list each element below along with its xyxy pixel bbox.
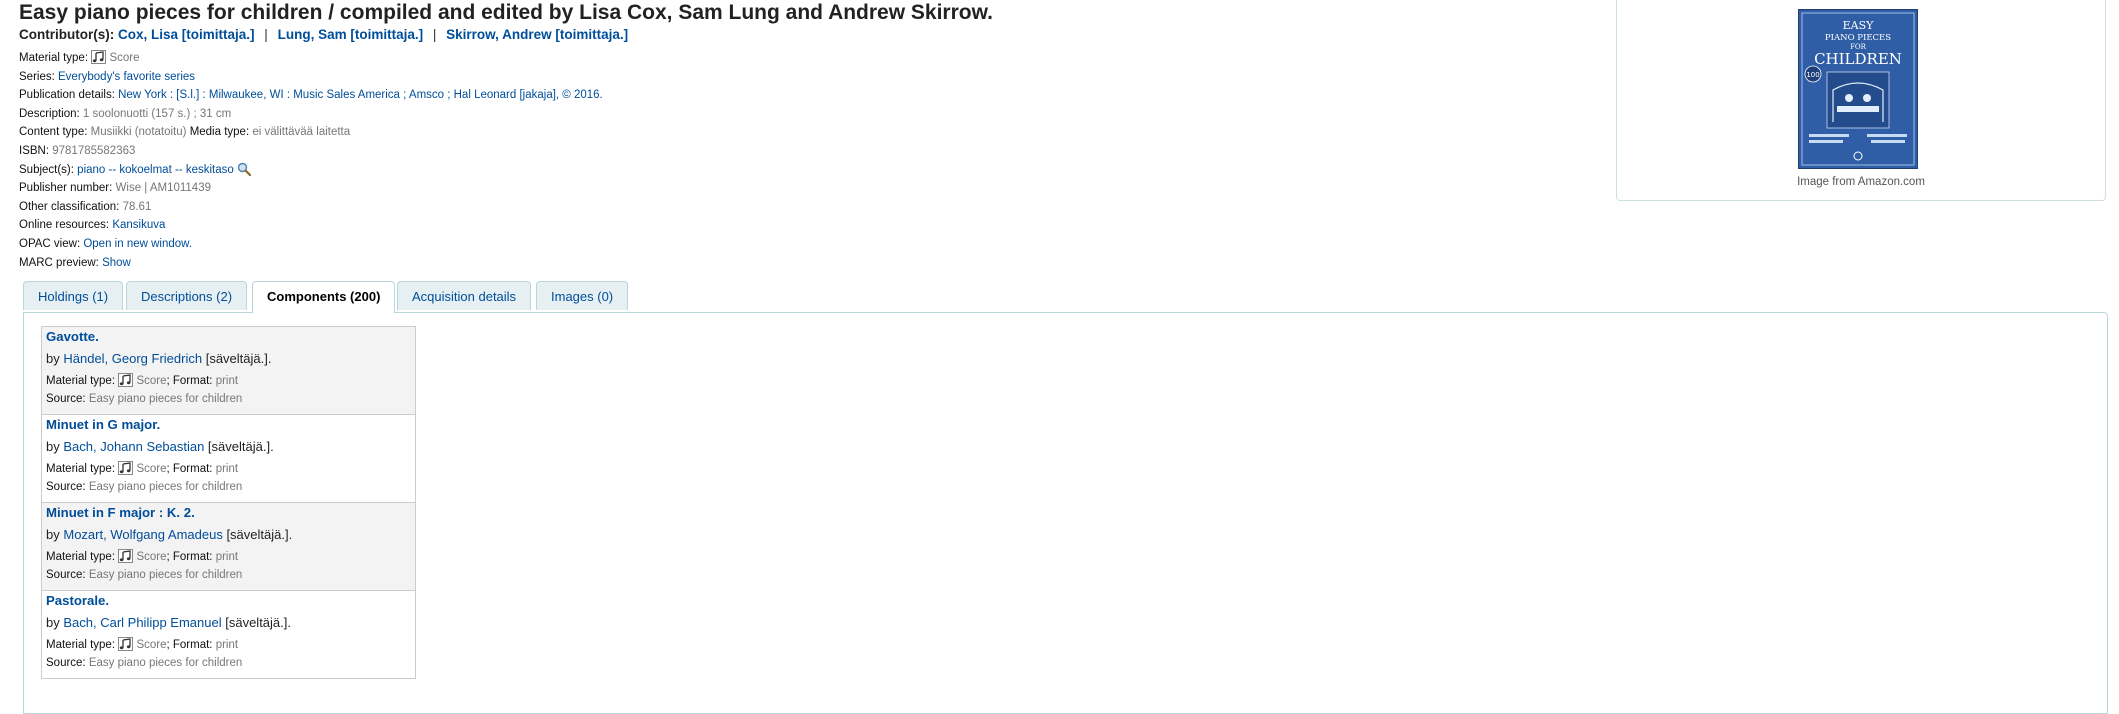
cover-image[interactable]: EASY PIANO PIECES FOR CHILDREN 100 (1798, 9, 1918, 169)
field-online-resources: Online resources: Kansikuva (19, 219, 166, 232)
component-source-line: Source: Easy piano pieces for children (46, 657, 243, 669)
field-opac-view: OPAC view: Open in new window. (19, 237, 193, 250)
component-material-line: Material type: Score; Format: print (46, 549, 239, 563)
contributor-separator: | (264, 27, 268, 42)
cover-art-text: PIANO PIECES (1825, 33, 1891, 43)
contributor-separator: | (432, 27, 437, 42)
components-list: Gavotte. by Händel, Georg Friedrich [säv… (41, 326, 416, 679)
component-material-line: Material type: Score; Format: print (46, 373, 239, 387)
component-title-link[interactable]: Pastorale. (46, 593, 109, 608)
cover-caption: Image from Amazon.com (1797, 176, 1925, 188)
record-fields: Material type: Score Series: Everybody's… (19, 49, 603, 272)
cover-image-box: EASY PIANO PIECES FOR CHILDREN 100 Image… (1616, 0, 2106, 201)
component-author-link[interactable]: Bach, Johann Sebastian (63, 439, 204, 454)
component-source-line: Source: Easy piano pieces for children (46, 393, 243, 405)
component-title-link[interactable]: Minuet in G major. (46, 417, 160, 432)
component-material-line: Material type: Score; Format: print (46, 637, 239, 651)
component-author-line: by Bach, Johann Sebastian [säveltäjä.]. (46, 439, 274, 454)
list-item: Minuet in G major. by Bach, Johann Sebas… (42, 415, 415, 503)
list-item: Pastorale. by Bach, Carl Philipp Emanuel… (42, 591, 415, 679)
component-source-line: Source: Easy piano pieces for children (46, 569, 243, 581)
field-description: Description: 1 soolonuotti (157 s.) ; 31… (19, 107, 232, 120)
contributor-link-skirrow[interactable]: Skirrow, Andrew [toimittaja.] (446, 27, 628, 42)
field-content-type: Content type: Musiikki (notatoitu) Media… (19, 126, 351, 139)
contributors-line: Contributor(s): Cox, Lisa [toimittaja.] … (19, 27, 628, 42)
component-title-link[interactable]: Gavotte. (46, 329, 99, 344)
publication-link[interactable]: New York : [S.l.] : Milwaukee, WI : Musi… (118, 89, 603, 101)
subject-link[interactable]: piano -- kokoelmat -- keskitaso (77, 164, 234, 176)
cover-art-text: CHILDREN (1814, 50, 1902, 68)
field-material-type: Material type: Score (19, 50, 140, 64)
tab-descriptions[interactable]: Descriptions (2) (126, 281, 248, 310)
component-author-link[interactable]: Mozart, Wolfgang Amadeus (63, 527, 222, 542)
component-author-line: by Bach, Carl Philipp Emanuel [säveltäjä… (46, 615, 291, 630)
component-title-link[interactable]: Minuet in F major : K. 2. (46, 505, 195, 520)
tab-acquisition-details[interactable]: Acquisition details (397, 281, 532, 310)
tab-images[interactable]: Images (0) (536, 281, 629, 310)
list-item: Minuet in F major : K. 2. by Mozart, Wol… (42, 503, 415, 591)
field-isbn: ISBN: 9781785582363 (19, 144, 136, 157)
opac-view-link[interactable]: Open in new window. (83, 238, 192, 250)
component-material-line: Material type: Score; Format: print (46, 461, 239, 475)
component-author-line: by Mozart, Wolfgang Amadeus [säveltäjä.]… (46, 527, 293, 542)
series-link[interactable]: Everybody's favorite series (58, 71, 195, 83)
component-source-line: Source: Easy piano pieces for children (46, 481, 243, 493)
component-author-line: by Händel, Georg Friedrich [säveltäjä.]. (46, 351, 272, 366)
field-publisher-number: Publisher number: Wise | AM1011439 (19, 182, 211, 195)
record-title: Easy piano pieces for children / compile… (19, 1, 993, 24)
music-score-icon (118, 637, 134, 651)
component-author-link[interactable]: Bach, Carl Philipp Emanuel (63, 615, 221, 630)
online-resource-link[interactable]: Kansikuva (112, 219, 165, 231)
contributors-label: Contributor(s): (19, 27, 115, 42)
music-score-icon (91, 50, 107, 64)
field-other-classification: Other classification: 78.61 (19, 200, 152, 213)
tab-components[interactable]: Components (200) (252, 281, 396, 313)
search-icon[interactable] (237, 162, 252, 176)
music-score-icon (118, 549, 134, 563)
cover-art-text: 100 (1806, 71, 1819, 79)
music-score-icon (118, 461, 134, 475)
component-author-link[interactable]: Händel, Georg Friedrich (63, 351, 202, 366)
marc-preview-link[interactable]: Show (102, 257, 131, 269)
list-item: Gavotte. by Händel, Georg Friedrich [säv… (42, 327, 415, 415)
field-subjects: Subject(s): piano -- kokoelmat -- keskit… (19, 161, 603, 180)
contributor-link-cox[interactable]: Cox, Lisa [toimittaja.] (118, 27, 255, 42)
cover-art-text: EASY (1843, 19, 1875, 32)
field-series: Series: Everybody's favorite series (19, 70, 196, 83)
tab-holdings[interactable]: Holdings (1) (23, 281, 124, 310)
field-publication: Publication details: New York : [S.l.] :… (19, 89, 603, 102)
field-marc-preview: MARC preview: Show (19, 256, 131, 269)
contributor-link-lung[interactable]: Lung, Sam [toimittaja.] (278, 27, 424, 42)
music-score-icon (118, 373, 134, 387)
